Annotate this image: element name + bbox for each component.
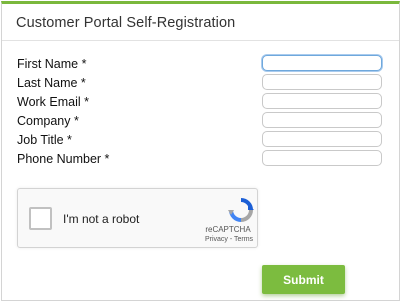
job-title-label: Job Title * [17, 133, 72, 147]
phone-number-label: Phone Number * [17, 152, 110, 166]
first-name-label: First Name * [17, 57, 87, 71]
job-title-input[interactable] [262, 131, 382, 147]
form-row-first-name: First Name * [17, 55, 387, 73]
not-a-robot-checkbox[interactable] [29, 207, 52, 230]
company-label: Company * [17, 114, 79, 128]
recaptcha-widget: I'm not a robot reCAPTCHA Privacy - Term… [17, 188, 258, 248]
last-name-input[interactable] [262, 74, 382, 90]
work-email-input[interactable] [262, 93, 382, 109]
registration-panel: Customer Portal Self-Registration First … [1, 1, 400, 301]
submit-button[interactable]: Submit [262, 265, 345, 294]
company-input[interactable] [262, 112, 382, 128]
recaptcha-brand: reCAPTCHA [205, 225, 251, 234]
recaptcha-privacy-terms[interactable]: Privacy - Terms [200, 236, 258, 243]
title-divider [2, 40, 399, 41]
form-row-last-name: Last Name * [17, 74, 387, 92]
work-email-label: Work Email * [17, 95, 90, 109]
form-row-job-title: Job Title * [17, 131, 387, 149]
form-row-phone-number: Phone Number * [17, 150, 387, 168]
first-name-input[interactable] [262, 55, 382, 71]
page-title: Customer Portal Self-Registration [16, 15, 236, 31]
recaptcha-logo-icon [228, 198, 254, 222]
not-a-robot-label: I'm not a robot [63, 212, 140, 226]
phone-number-input[interactable] [262, 150, 382, 166]
last-name-label: Last Name * [17, 76, 86, 90]
form-row-company: Company * [17, 112, 387, 130]
form-row-work-email: Work Email * [17, 93, 387, 111]
